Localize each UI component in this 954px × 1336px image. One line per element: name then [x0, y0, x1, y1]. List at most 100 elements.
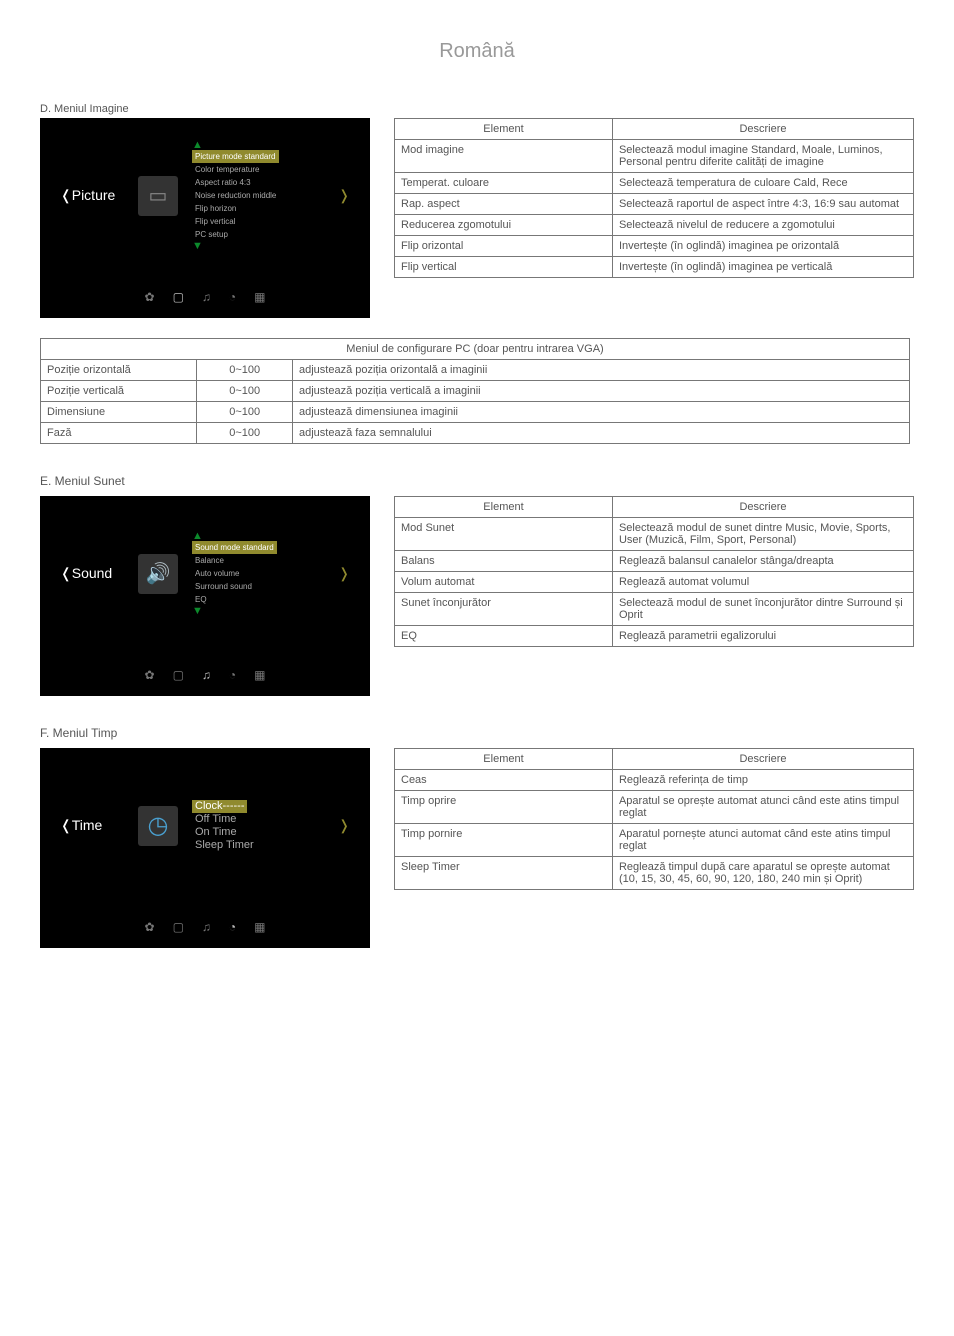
sound-cell: Volum automat — [395, 572, 613, 593]
osd-picture-item-3[interactable]: Noise reduction middle — [192, 189, 336, 202]
osd-sound-item-1[interactable]: Balance — [192, 554, 336, 567]
osd-picture-item-1[interactable]: Color temperature — [192, 163, 336, 176]
pc-cell: Dimensiune — [41, 402, 197, 423]
time-cell: Aparatul se oprește automat atunci când … — [612, 791, 913, 824]
pc-cell: adjustează poziția verticală a imaginii — [292, 381, 909, 402]
nav-icon-gear: ✿ — [145, 920, 155, 934]
nav-icon-picture: ▢ — [173, 290, 184, 304]
osd-sound-thumb: 🔊 — [138, 554, 178, 594]
osd-time-thumb: ◷ — [138, 806, 178, 846]
sound-section-caption: E. Meniul Sunet — [40, 474, 914, 488]
pc-cell: Fază — [41, 423, 197, 444]
time-th-1: Descriere — [612, 749, 913, 770]
picture-th-1: Descriere — [612, 119, 913, 140]
time-cell: Sleep Timer — [395, 857, 613, 890]
picture-cell: Invertește (în oglindă) imaginea pe oriz… — [612, 236, 913, 257]
up-arrow-icon: ▲ — [192, 531, 336, 541]
nav-icon-lock: ▦ — [254, 920, 265, 934]
picture-cell: Selectează temperatura de culoare Cald, … — [612, 173, 913, 194]
sound-table: ElementDescriere Mod SunetSelectează mod… — [394, 496, 914, 647]
nav-icon-lock: ▦ — [254, 668, 265, 682]
osd-picture-item-6[interactable]: PC setup — [192, 228, 336, 241]
time-cell: Reglează timpul după care aparatul se op… — [612, 857, 913, 890]
osd-sound-item-2[interactable]: Auto volume — [192, 567, 336, 580]
picture-cell: Selectează modul imagine Standard, Moale… — [612, 140, 913, 173]
nav-icon-clock: ◔ — [229, 668, 236, 682]
sound-cell: Reglează parametrii egalizorului — [612, 626, 913, 647]
nav-icon-note: ♫ — [202, 920, 211, 934]
picture-table: ElementDescriere Mod imagineSelectează m… — [394, 118, 914, 278]
pc-cell: 0~100 — [197, 381, 293, 402]
pc-cell: Poziție verticală — [41, 381, 197, 402]
time-cell: Timp pornire — [395, 824, 613, 857]
right-arrow-icon: ❭ — [336, 187, 350, 204]
picture-section-caption: D. Meniul Imagine — [40, 103, 914, 115]
up-arrow-icon: ▲ — [192, 140, 336, 150]
nav-icon-gear: ✿ — [145, 290, 155, 304]
nav-icon-clock: ◔ — [229, 290, 236, 304]
osd-time-item-1[interactable]: Off Time — [192, 813, 336, 826]
pc-table-caption: Meniul de configurare PC (doar pentru in… — [41, 339, 910, 360]
osd-picture-item-5[interactable]: Flip vertical — [192, 215, 336, 228]
osd-picture: ❬Picture ▭ ▲ Picture mode standard Color… — [40, 118, 370, 318]
sound-cell: EQ — [395, 626, 613, 647]
pc-cell: adjustează dimensiunea imaginii — [292, 402, 909, 423]
osd-time-item-3[interactable]: Sleep Timer — [192, 839, 336, 852]
down-arrow-icon: ▼ — [192, 606, 336, 616]
sound-th-1: Descriere — [612, 497, 913, 518]
pc-cell: Poziție orizontală — [41, 360, 197, 381]
sound-cell: Selectează modul de sunet dintre Music, … — [612, 518, 913, 551]
nav-icon-lock: ▦ — [254, 290, 265, 304]
pc-cell: adjustează faza semnalului — [292, 423, 909, 444]
osd-picture-label: ❬Picture — [60, 187, 130, 204]
nav-icon-note: ♫ — [202, 290, 211, 304]
picture-cell: Selectează nivelul de reducere a zgomotu… — [612, 215, 913, 236]
sound-cell: Reglează balansul canalelor stânga/dreap… — [612, 551, 913, 572]
osd-time-item-2[interactable]: On Time — [192, 826, 336, 839]
picture-cell: Reducerea zgomotului — [395, 215, 613, 236]
nav-icon-clock: ◔ — [229, 920, 236, 934]
osd-sound: ❬Sound 🔊 ▲ Sound mode standard Balance A… — [40, 496, 370, 696]
time-cell: Timp oprire — [395, 791, 613, 824]
sound-cell: Selectează modul de sunet înconjurător d… — [612, 593, 913, 626]
sound-th-0: Element — [395, 497, 613, 518]
osd-sound-item-0[interactable]: Sound mode standard — [192, 541, 277, 554]
osd-picture-item-4[interactable]: Flip horizon — [192, 202, 336, 215]
picture-cell: Selectează raportul de aspect între 4:3,… — [612, 194, 913, 215]
time-cell: Aparatul pornește atunci automat când es… — [612, 824, 913, 857]
osd-picture-item-2[interactable]: Aspect ratio 4:3 — [192, 176, 336, 189]
time-table: ElementDescriere CeasReglează referința … — [394, 748, 914, 890]
picture-cell: Temperat. culoare — [395, 173, 613, 194]
pc-cell: adjustează poziția orizontală a imaginii — [292, 360, 909, 381]
pc-cell: 0~100 — [197, 423, 293, 444]
right-arrow-icon: ❭ — [336, 817, 350, 834]
nav-icon-picture: ▢ — [173, 668, 184, 682]
nav-icon-note: ♫ — [202, 668, 211, 682]
time-th-0: Element — [395, 749, 613, 770]
sound-cell: Reglează automat volumul — [612, 572, 913, 593]
osd-time-label: ❬Time — [60, 817, 130, 834]
picture-cell: Invertește (în oglindă) imaginea pe vert… — [612, 257, 913, 278]
sound-cell: Mod Sunet — [395, 518, 613, 551]
right-arrow-icon: ❭ — [336, 565, 350, 582]
osd-time: ❬Time ◷ Clock------ Off Time On Time Sle… — [40, 748, 370, 948]
time-section-caption: F. Meniul Timp — [40, 726, 914, 740]
pc-setup-table: Meniul de configurare PC (doar pentru in… — [40, 338, 910, 444]
nav-icon-gear: ✿ — [145, 668, 155, 682]
time-cell: Ceas — [395, 770, 613, 791]
pc-cell: 0~100 — [197, 402, 293, 423]
page-header: Română — [40, 40, 914, 63]
pc-cell: 0~100 — [197, 360, 293, 381]
osd-picture-item-0[interactable]: Picture mode standard — [192, 150, 279, 163]
picture-cell: Rap. aspect — [395, 194, 613, 215]
nav-icon-picture: ▢ — [173, 920, 184, 934]
osd-sound-label: ❬Sound — [60, 565, 130, 582]
picture-th-0: Element — [395, 119, 613, 140]
osd-sound-item-3[interactable]: Surround sound — [192, 580, 336, 593]
osd-sound-item-4[interactable]: EQ — [192, 593, 336, 606]
time-cell: Reglează referința de timp — [612, 770, 913, 791]
picture-cell: Flip vertical — [395, 257, 613, 278]
picture-cell: Flip orizontal — [395, 236, 613, 257]
osd-time-item-0[interactable]: Clock------ — [192, 800, 247, 813]
osd-picture-thumb: ▭ — [138, 176, 178, 216]
